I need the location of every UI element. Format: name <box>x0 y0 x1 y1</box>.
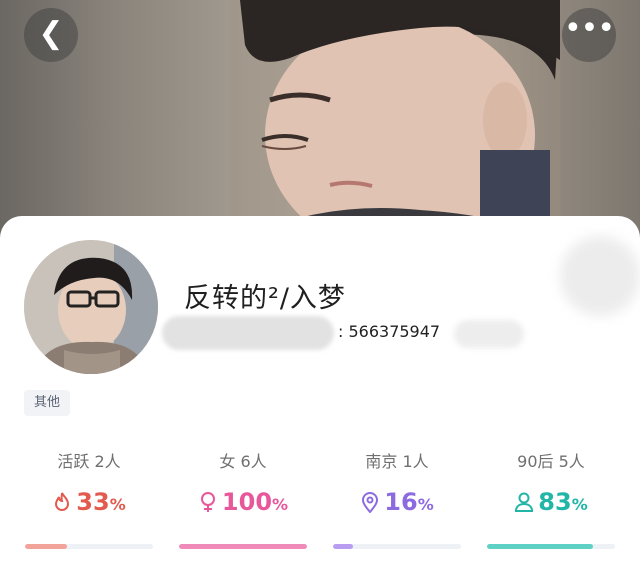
stat-value: 100% <box>168 488 318 516</box>
progress-fill <box>333 544 354 549</box>
progress-fill <box>179 544 307 549</box>
stat-label: 女 6人 <box>219 452 267 471</box>
progress-track-location <box>333 544 461 549</box>
stat-active[interactable]: 活跃 2人 33% <box>14 448 164 516</box>
stat-label: 活跃 2人 <box>57 452 121 471</box>
stat-number: 83 <box>538 488 572 516</box>
stat-age[interactable]: 90后 5人 83% <box>476 448 626 516</box>
more-button[interactable]: ••• <box>562 8 616 62</box>
username: 反转的²/入梦 <box>184 283 346 314</box>
cover-photo-image <box>230 0 560 240</box>
profile-card: 反转的²/入梦 : 566375947 其他 活跃 2人 33% 女 6人 10… <box>0 216 640 583</box>
progress-track-age <box>487 544 615 549</box>
progress-fill <box>487 544 594 549</box>
stat-value: 83% <box>476 488 626 516</box>
stat-female[interactable]: 女 6人 100% <box>168 448 318 516</box>
stat-number: 16 <box>384 488 418 516</box>
redacted-corner <box>560 236 640 316</box>
more-dots-icon: ••• <box>563 11 615 46</box>
progress-fill <box>25 544 68 549</box>
stats-row: 活跃 2人 33% 女 6人 100% 南京 1人 16 % 90后 5人 83… <box>0 448 640 558</box>
stat-number: 100 <box>221 488 273 516</box>
chevron-left-icon: ❮ <box>38 16 64 51</box>
stat-number: 33 <box>76 488 110 516</box>
stat-label: 南京 1人 <box>365 452 429 471</box>
stat-value: 33% <box>14 488 164 516</box>
redacted-label <box>162 316 334 350</box>
person-icon <box>515 492 534 512</box>
stat-unit: % <box>571 495 588 514</box>
user-id: : 566375947 <box>338 322 441 341</box>
cover-photo: ❮ ••• <box>0 0 640 240</box>
location-pin-icon <box>362 492 379 513</box>
back-button[interactable]: ❮ <box>24 8 78 62</box>
category-tag[interactable]: 其他 <box>24 390 71 416</box>
redacted-badge <box>454 320 524 348</box>
female-icon <box>200 492 215 512</box>
stat-unit: % <box>417 495 434 514</box>
stat-label: 90后 5人 <box>517 452 585 471</box>
stat-unit: % <box>272 495 289 514</box>
stat-unit: % <box>109 495 126 514</box>
flame-icon <box>55 492 70 511</box>
stat-value: 16% <box>322 488 472 516</box>
stat-location[interactable]: 南京 1人 16% <box>322 448 472 516</box>
progress-track-female <box>179 544 307 549</box>
avatar[interactable] <box>24 240 158 374</box>
id-row: : 566375947 <box>162 316 542 350</box>
progress-track-active <box>25 544 153 549</box>
avatar-image <box>24 240 158 374</box>
